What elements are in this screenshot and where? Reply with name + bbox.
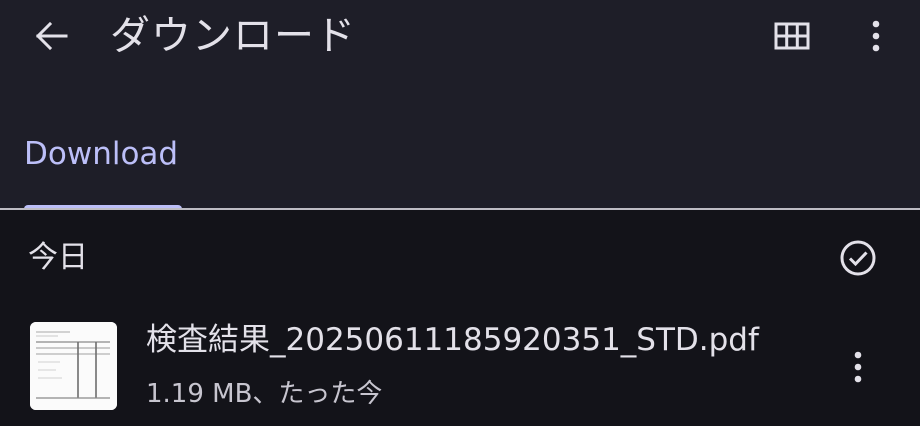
downloads-screen: ダウンロード Download 今日 検査結果_2025061118592035… [0, 0, 920, 426]
file-meta: 1.19 MB、たった今 [146, 379, 383, 409]
more-vert-icon [872, 20, 880, 52]
select-all-button[interactable] [834, 234, 882, 282]
item-more-options-button[interactable] [834, 343, 882, 391]
section-header-today: 今日 [0, 226, 920, 290]
page-title: ダウンロード [110, 13, 356, 59]
check-circle-icon [840, 240, 876, 276]
grid-view-button[interactable] [766, 12, 818, 60]
grid-view-icon [774, 22, 810, 50]
top-app-bar: ダウンロード Download [0, 0, 920, 209]
tab-divider [0, 208, 920, 210]
more-options-button[interactable] [852, 12, 900, 60]
tab-download[interactable]: Download [0, 118, 208, 209]
list-item[interactable]: 検査結果_20250611185920351_STD.pdf 1.19 MB、た… [0, 306, 920, 426]
pdf-thumbnail [30, 322, 117, 410]
file-name: 検査結果_20250611185920351_STD.pdf [146, 322, 759, 358]
more-vert-icon [854, 351, 862, 383]
back-button[interactable] [22, 10, 82, 62]
tab-label: Download [24, 136, 179, 172]
section-title: 今日 [28, 240, 88, 275]
arrow-left-icon [35, 21, 68, 51]
